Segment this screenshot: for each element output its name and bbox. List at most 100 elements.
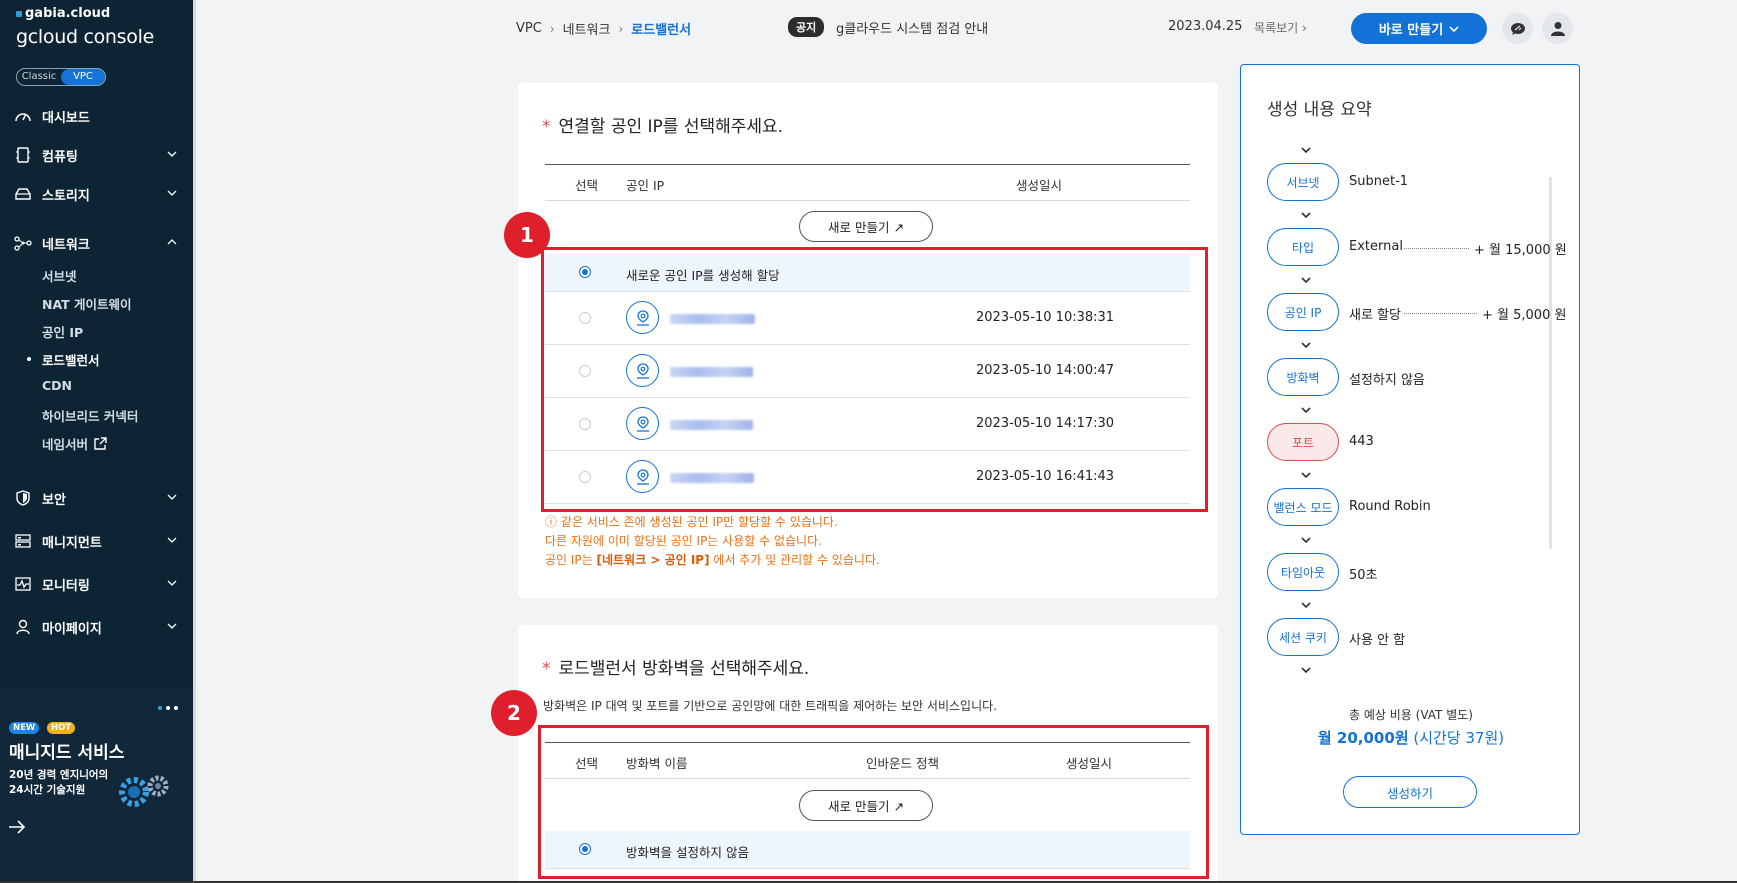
sidebar-sub-nat-gateway[interactable]: NAT 게이트웨이: [42, 294, 132, 313]
brand-logo[interactable]: gabia.cloud: [16, 6, 110, 21]
quick-create-button[interactable]: 바로 만들기: [1351, 13, 1487, 44]
create-button[interactable]: 생성하기: [1343, 776, 1477, 808]
total-monthly: 월 20,000원: [1317, 729, 1409, 747]
summary-tag-session-cookie: 세션 쿠키: [1267, 618, 1339, 656]
summary-tag-public-ip: 공인 IP: [1267, 293, 1339, 331]
public-ip-section-title: * 연결할 공인 IP를 선택해주세요.: [542, 112, 783, 137]
account-button[interactable]: [1542, 13, 1573, 44]
column-public-ip: 공인 IP: [626, 178, 665, 193]
dashboard-icon: [14, 108, 32, 124]
sidebar-item-label: 컴퓨팅: [42, 149, 78, 165]
breadcrumb-load-balancer[interactable]: 로드밸런서: [631, 19, 691, 38]
sidebar-item-label: 마이페이지: [42, 621, 102, 637]
carousel-dots[interactable]: [158, 706, 178, 710]
public-ip-notes: ⓘ 같은 서비스 존에 생성된 공인 IP만 할당할 수 있습니다. 다른 자원…: [545, 513, 880, 570]
total-cost-label: 총 예상 비용 (VAT 별도): [1349, 708, 1473, 722]
sidebar-item-network[interactable]: 네트워크: [14, 231, 179, 255]
chevron-down-icon[interactable]: [165, 576, 179, 590]
step-marker-1: 1: [504, 212, 550, 258]
highlight-box-1: [541, 247, 1208, 512]
sidebar-sub-subnet[interactable]: 서브넷: [42, 266, 77, 285]
chevron-down-icon: [1301, 667, 1311, 674]
console-title[interactable]: gcloud console: [16, 26, 154, 48]
promo-line: 24시간 기술지원: [9, 784, 86, 796]
total-hourly: (시간당 37원): [1408, 729, 1505, 747]
sidebar-item-mypage[interactable]: 마이페이지: [14, 615, 179, 639]
new-badge: NEW: [9, 722, 40, 734]
sidebar-item-label: 스토리지: [42, 188, 90, 204]
sidebar-sub-nameserver[interactable]: 네임서버: [42, 434, 108, 453]
sidebar-item-computing[interactable]: 컴퓨팅: [14, 143, 179, 167]
note-text: 공인 IP는: [545, 553, 597, 567]
promo-title: 매니지드 서비스: [9, 743, 125, 763]
platform-switch[interactable]: Classic VPC: [16, 68, 106, 86]
chat-button[interactable]: [1502, 13, 1533, 44]
switch-vpc[interactable]: VPC: [61, 69, 105, 85]
chevron-down-icon: [1301, 147, 1311, 154]
chevron-down-icon[interactable]: [165, 490, 179, 504]
summary-value-port: 443: [1349, 434, 1374, 449]
promo-line: 20년 경력 엔지니어의: [9, 769, 109, 781]
chat-icon: [1510, 22, 1525, 35]
total-cost-value: 월 20,000원 (시간당 37원): [1241, 727, 1581, 748]
summary-value-public-ip: 새로 할당: [1349, 308, 1401, 323]
sidebar: gabia.cloud gcloud console Classic VPC 대…: [0, 0, 193, 883]
summary-tag-firewall: 방화벽: [1267, 358, 1339, 396]
summary-tag-timeout: 타임아웃: [1267, 553, 1339, 591]
chevron-down-icon: [1301, 602, 1311, 609]
sidebar-sub-load-balancer[interactable]: 로드밸런서: [42, 350, 100, 369]
leader-line: [1404, 248, 1469, 249]
note-line: 다른 자원에 이미 할당된 공인 IP는 사용할 수 없습니다.: [545, 534, 822, 548]
user-icon: [1550, 22, 1565, 36]
active-bullet: [27, 357, 31, 361]
sidebar-item-storage[interactable]: 스토리지: [14, 182, 179, 206]
hot-badge: HOT: [47, 722, 76, 734]
firewall-description: 방화벽은 IP 대역 및 포트를 기반으로 공인망에 대한 트래픽을 제어하는 …: [543, 699, 997, 713]
chevron-down-icon[interactable]: [165, 186, 179, 200]
sidebar-item-management[interactable]: 매니지먼트: [14, 529, 179, 553]
breadcrumb-vpc[interactable]: VPC: [516, 21, 542, 36]
firewall-title-text: 로드밸런서 방화벽을 선택해주세요.: [558, 659, 810, 679]
public-ip-title-text: 연결할 공인 IP를 선택해주세요.: [558, 117, 784, 137]
note-link[interactable]: [네트워크 > 공인 IP]: [597, 553, 710, 567]
summary-title: 생성 내용 요약: [1267, 100, 1372, 120]
notice-more-link[interactable]: 목록보기 ›: [1254, 19, 1307, 36]
summary-scrollbar[interactable]: [1549, 177, 1552, 549]
sidebar-divider: [193, 0, 196, 883]
user-icon: [14, 619, 32, 635]
public-ip-table-header: 선택 공인 IP 생성일시: [545, 164, 1190, 201]
notice-link[interactable]: g클라우드 시스템 점검 안내: [836, 18, 988, 37]
management-icon: [14, 533, 32, 549]
sidebar-sub-hybrid-connector[interactable]: 하이브리드 커넥터: [42, 406, 138, 425]
required-mark: *: [542, 659, 551, 679]
sidebar-sub-cdn[interactable]: CDN: [42, 378, 72, 393]
storage-icon: [14, 186, 32, 202]
summary-value-session-cookie: 사용 안 함: [1349, 633, 1406, 648]
sidebar-item-monitoring[interactable]: 모니터링: [14, 572, 179, 596]
sidebar-item-dashboard[interactable]: 대시보드: [14, 104, 179, 128]
breadcrumb-network[interactable]: 네트워크: [563, 19, 611, 38]
column-created: 생성일시: [1016, 178, 1063, 193]
summary-value-type: External: [1349, 239, 1403, 254]
nameserver-label: 네임서버: [42, 437, 89, 452]
top-bar: VPC › 네트워크 › 로드밸런서 공지 g클라우드 시스템 점검 안내 20…: [196, 0, 1737, 56]
shield-icon: [14, 490, 32, 506]
summary-tag-subnet: 서브넷: [1267, 163, 1339, 201]
arrow-right-icon[interactable]: [8, 820, 26, 834]
summary-tag-port: 포트: [1267, 423, 1339, 461]
chevron-down-icon[interactable]: [165, 619, 179, 633]
breadcrumb-separator: ›: [618, 21, 624, 36]
monitor-icon: [14, 576, 32, 592]
new-public-ip-button[interactable]: 새로 만들기 ↗: [799, 211, 933, 242]
external-link-icon: [94, 437, 108, 450]
chevron-down-icon[interactable]: [165, 147, 179, 161]
switch-classic[interactable]: Classic: [17, 69, 61, 85]
summary-tag-balance-mode: 밸런스 모드: [1267, 488, 1339, 526]
summary-tag-type: 타입: [1267, 228, 1339, 266]
summary-value-subnet: Subnet-1: [1349, 174, 1409, 189]
sidebar-sub-public-ip[interactable]: 공인 IP: [42, 322, 83, 341]
chevron-up-icon[interactable]: [165, 235, 179, 249]
sidebar-item-security[interactable]: 보안: [14, 486, 179, 510]
note-text: 에서 추가 및 관리할 수 있습니다.: [709, 553, 880, 567]
chevron-down-icon[interactable]: [165, 533, 179, 547]
